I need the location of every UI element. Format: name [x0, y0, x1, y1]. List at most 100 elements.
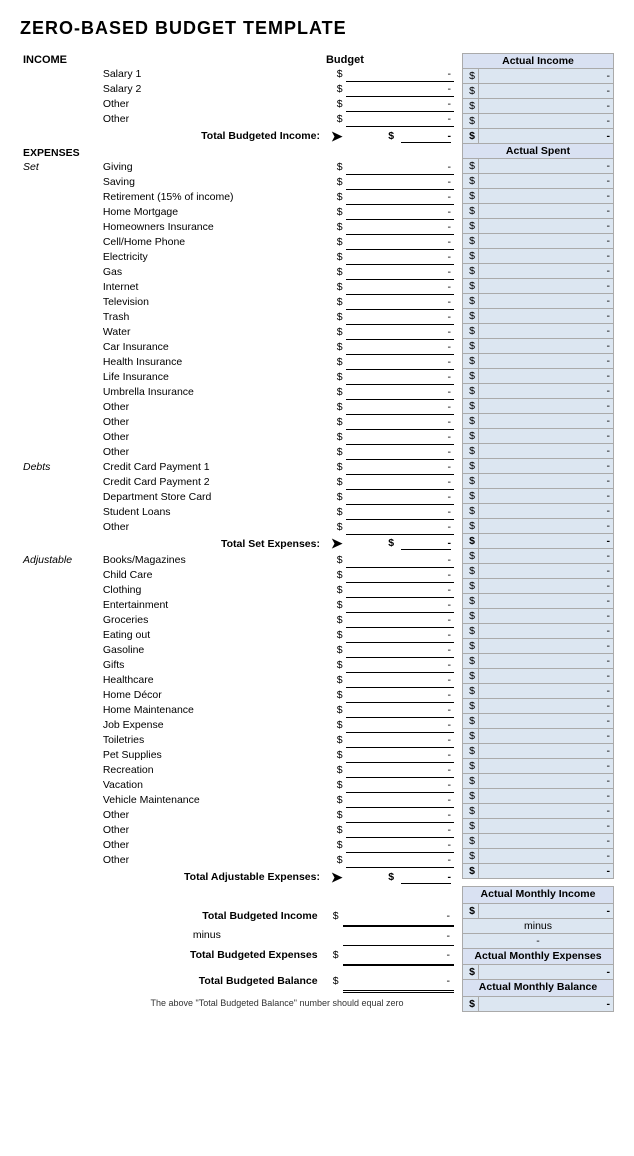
debt-row-name: Other: [100, 519, 323, 534]
income-arrow: ➤: [323, 127, 346, 146]
income-value[interactable]: -: [346, 112, 454, 127]
set-row-12: Car Insurance $ -: [20, 339, 454, 354]
right-income-row-3: $ -: [463, 114, 614, 129]
set-row-name-0: Giving: [100, 160, 323, 175]
adj-row-1: Child Care $ -: [20, 568, 454, 583]
right-set-row-16: $-: [463, 399, 614, 414]
right-summary-balance-header-row: Actual Monthly Balance: [463, 980, 614, 997]
right-adj-row-20: $-: [463, 849, 614, 864]
actual-spent-header: Actual Spent: [463, 144, 614, 159]
debts-label: Debts: [20, 459, 100, 474]
set-row-dollar-0: $: [323, 160, 346, 175]
adj-row-name: Pet Supplies: [100, 748, 323, 763]
income-row-salary1: Salary 1 $ -: [20, 67, 454, 82]
income-name: Other: [100, 97, 323, 112]
adj-row-20: Other $ -: [20, 853, 454, 868]
adj-row-name: Other: [100, 838, 323, 853]
total-income-value[interactable]: -: [401, 130, 451, 143]
adjustable-label-row: Adjustable Books/Magazines $ -: [20, 553, 454, 568]
right-set-row-10: $-: [463, 309, 614, 324]
right-summary-minus-row: minus: [463, 918, 614, 933]
income-row-salary2: Salary 2 $ -: [20, 82, 454, 97]
right-set-row-7: $-: [463, 264, 614, 279]
income-value[interactable]: -: [346, 82, 454, 97]
adj-row-6: Gasoline $ -: [20, 643, 454, 658]
set-row-value-0[interactable]: -: [346, 160, 454, 175]
income-value[interactable]: -: [346, 97, 454, 112]
page-title: ZERO-BASED BUDGET TEMPLATE: [20, 18, 614, 39]
set-row-4: Homeowners Insurance $ -: [20, 219, 454, 234]
right-adj-row-13: $-: [463, 744, 614, 759]
right-set-row-5: $-: [463, 234, 614, 249]
set-row-10: Trash $ -: [20, 309, 454, 324]
set-row-name: Saving: [100, 174, 323, 189]
summary-income-label: Total Budgeted Income: [92, 907, 321, 926]
set-row-name: Homeowners Insurance: [100, 219, 323, 234]
summary-spacer2: [20, 965, 454, 972]
adj-row-16: Vehicle Maintenance $ -: [20, 793, 454, 808]
adj-row-17: Other $ -: [20, 808, 454, 823]
summary-minus-row: minus -: [20, 926, 454, 946]
actual-monthly-balance-header: Actual Monthly Balance: [463, 980, 614, 997]
right-set-row-18: $-: [463, 429, 614, 444]
summary-balance-label: Total Budgeted Balance: [92, 972, 321, 992]
summary-minus-label: minus: [92, 926, 321, 946]
adj-row-name-0: Books/Magazines: [100, 553, 323, 568]
set-row-16: Other $ -: [20, 399, 454, 414]
right-adj-row-0: $-: [463, 549, 614, 564]
total-income-dollar: $: [388, 130, 394, 142]
income-value[interactable]: -: [346, 67, 454, 82]
right-debt-row-0: $-: [463, 459, 614, 474]
set-row-name: Umbrella Insurance: [100, 384, 323, 399]
adj-row-name: Gifts: [100, 658, 323, 673]
total-set-row: Total Set Expenses: ➤ $ -: [20, 534, 454, 553]
summary-income-value[interactable]: -: [343, 907, 454, 926]
right-summary-balance-value-row: $ -: [463, 996, 614, 1011]
set-row-name: Trash: [100, 309, 323, 324]
set-row-name: Water: [100, 324, 323, 339]
set-row-11: Water $ -: [20, 324, 454, 339]
right-income-row-0: $ -: [463, 69, 614, 84]
income-dollar: $: [323, 97, 346, 112]
adj-row-7: Gifts $ -: [20, 658, 454, 673]
adj-row-13: Pet Supplies $ -: [20, 748, 454, 763]
summary-expenses-dollar: $: [322, 945, 343, 965]
total-adj-value[interactable]: -: [401, 871, 451, 884]
right-summary-minus-value-row: -: [463, 933, 614, 948]
debt-row-name: Credit Card Payment 2: [100, 474, 323, 489]
income-label: INCOME: [20, 53, 100, 67]
right-adj-row-9: $-: [463, 684, 614, 699]
adj-row-name: Eating out: [100, 628, 323, 643]
total-set-value[interactable]: -: [401, 537, 451, 550]
summary-balance-value[interactable]: -: [343, 972, 454, 992]
set-row-name: Other: [100, 429, 323, 444]
right-adj-row-16: $-: [463, 789, 614, 804]
right-set-row-9: $-: [463, 294, 614, 309]
debt-row-1: Credit Card Payment 2 $ -: [20, 474, 454, 489]
set-row-13: Health Insurance $ -: [20, 354, 454, 369]
right-adj-row-4: $-: [463, 609, 614, 624]
right-debt-row-2: $-: [463, 489, 614, 504]
right-adj-row-14: $-: [463, 759, 614, 774]
right-total-income-row: $ -: [463, 129, 614, 144]
right-total-set-row: $ -: [463, 534, 614, 549]
right-debt-row-4: $-: [463, 519, 614, 534]
right-summary-income-value-row: $ -: [463, 903, 614, 918]
adj-row-name: Healthcare: [100, 673, 323, 688]
income-name: Salary 1: [100, 67, 323, 82]
right-adj-row-1: $-: [463, 564, 614, 579]
actual-minus-label: minus: [463, 918, 614, 933]
summary-expenses-value[interactable]: -: [343, 945, 454, 965]
adj-row-name: Vacation: [100, 778, 323, 793]
set-row-name: Home Mortgage: [100, 204, 323, 219]
actual-monthly-expenses-header: Actual Monthly Expenses: [463, 948, 614, 965]
set-row-2: Retirement (15% of income) $ -: [20, 189, 454, 204]
income-name: Other: [100, 112, 323, 127]
set-row-8: Internet $ -: [20, 279, 454, 294]
adj-row-name: Other: [100, 808, 323, 823]
income-header-row: INCOME Budget: [20, 53, 454, 67]
right-summary-expenses-header-row: Actual Monthly Expenses: [463, 948, 614, 965]
adj-row-name: Vehicle Maintenance: [100, 793, 323, 808]
summary-balance-dollar: $: [322, 972, 343, 992]
set-row-17: Other $ -: [20, 414, 454, 429]
